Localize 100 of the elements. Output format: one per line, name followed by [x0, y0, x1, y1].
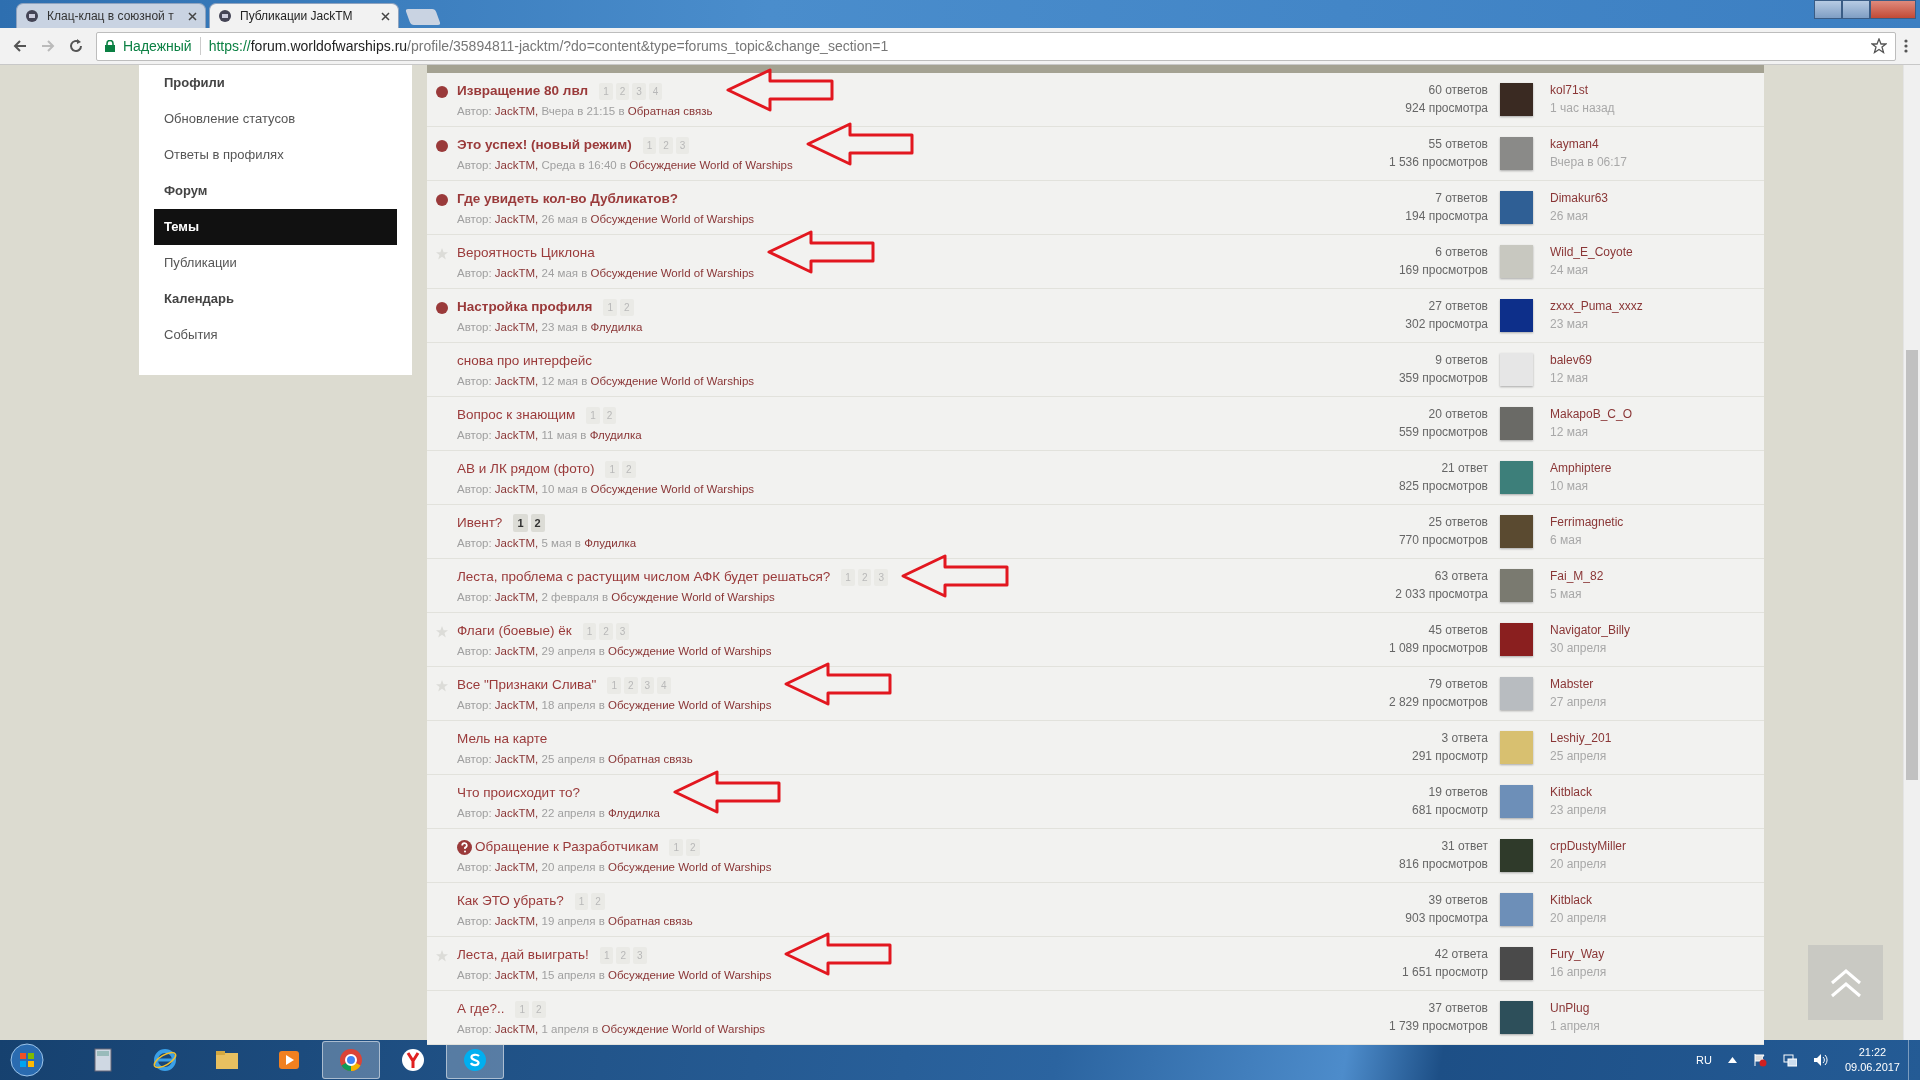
sidebar-item[interactable]: Обновление статусов: [154, 101, 397, 137]
forum-link[interactable]: Обсуждение World of Warships: [611, 591, 775, 603]
forum-link[interactable]: Обсуждение World of Warships: [629, 159, 793, 171]
topic-title-link[interactable]: Обращение к Разработчикам: [475, 836, 659, 858]
author-link[interactable]: JackTM,: [494, 267, 539, 279]
author-link[interactable]: JackTM,: [494, 753, 539, 765]
topic-title-link[interactable]: Что происходит то?: [457, 782, 581, 804]
author-link[interactable]: JackTM,: [494, 591, 539, 603]
forum-link[interactable]: Обратная связь: [607, 915, 693, 927]
last-poster-link[interactable]: balev69: [1550, 351, 1764, 369]
up-arrow-icon[interactable]: [1727, 1057, 1737, 1063]
last-poster-link[interactable]: zxxx_Puma_xxxz: [1550, 297, 1764, 315]
forum-link[interactable]: Флудилка: [607, 807, 660, 819]
forum-link[interactable]: Обсуждение World of Warships: [590, 375, 755, 387]
forum-link[interactable]: Обратная связь: [607, 753, 693, 765]
star-icon[interactable]: [436, 626, 448, 638]
address-field[interactable]: Надежный https://forum.worldofwarships.ru/profile/35894811-jacktm/?do=content&type=forums_topic&change_section=1: [96, 31, 1896, 61]
author-link[interactable]: JackTM,: [494, 537, 539, 549]
sidebar-item[interactable]: Темы: [154, 209, 397, 245]
page-link[interactable]: 1: [513, 513, 528, 533]
topic-title-link[interactable]: Извращение 80 лвл: [457, 80, 589, 102]
last-poster-link[interactable]: kol71st: [1550, 81, 1764, 99]
author-link[interactable]: JackTM,: [494, 105, 539, 117]
author-link[interactable]: JackTM,: [494, 807, 539, 819]
language-indicator[interactable]: RU: [1696, 1051, 1712, 1069]
network-icon[interactable]: [1782, 1053, 1797, 1067]
author-link[interactable]: JackTM,: [494, 321, 539, 333]
topic-title-link[interactable]: Мель на карте: [457, 728, 548, 750]
topic-title-link[interactable]: снова про интерфейс: [457, 350, 593, 372]
topic-title-link[interactable]: Ивент?: [457, 512, 503, 534]
forum-link[interactable]: Обсуждение World of Warships: [590, 267, 755, 279]
last-poster-link[interactable]: kayman4: [1550, 135, 1764, 153]
last-poster-link[interactable]: Mabster: [1550, 675, 1764, 693]
star-icon[interactable]: [1871, 38, 1887, 54]
topic-title-link[interactable]: Леста, проблема с растущим числом АФК будет решаться?: [457, 566, 831, 588]
last-poster-link[interactable]: Wild_E_Coyote: [1550, 243, 1764, 261]
author-link[interactable]: JackTM,: [494, 699, 539, 711]
last-poster-link[interactable]: UnPlug: [1550, 999, 1764, 1017]
close-icon[interactable]: [381, 11, 390, 21]
author-link[interactable]: JackTM,: [494, 429, 539, 441]
author-link[interactable]: JackTM,: [494, 1023, 539, 1035]
topic-title-link[interactable]: Это успех! (новый режим): [457, 134, 632, 156]
forum-link[interactable]: Флудилка: [584, 537, 637, 549]
author-link[interactable]: JackTM,: [494, 645, 539, 657]
author-link[interactable]: JackTM,: [494, 213, 539, 225]
last-poster-link[interactable]: crpDustyMiller: [1550, 837, 1764, 855]
topic-title-link[interactable]: Леста, дай выиграть!: [457, 944, 589, 966]
sidebar-item[interactable]: Публикации: [154, 245, 397, 281]
forum-link[interactable]: Обсуждение World of Warships: [607, 969, 772, 981]
sidebar-item[interactable]: Ответы в профилях: [154, 137, 397, 173]
sidebar-item[interactable]: События: [154, 317, 397, 353]
topic-title-link[interactable]: АВ и ЛК рядом (фото): [457, 458, 595, 480]
new-tab-button[interactable]: [405, 9, 441, 25]
scrollbar[interactable]: [1903, 65, 1920, 1040]
last-poster-link[interactable]: Kitblack: [1550, 891, 1764, 909]
last-poster-link[interactable]: Ferrimagnetic: [1550, 513, 1764, 531]
last-poster-link[interactable]: Amphiptere: [1550, 459, 1764, 477]
forum-link[interactable]: Флудилка: [590, 321, 643, 333]
forum-link[interactable]: Флудилка: [589, 429, 642, 441]
last-poster-link[interactable]: Navigator_Billy: [1550, 621, 1764, 639]
clock[interactable]: 21:22 09.06.2017: [1844, 1045, 1900, 1075]
last-poster-link[interactable]: Fai_M_82: [1550, 567, 1764, 585]
forum-link[interactable]: Обсуждение World of Warships: [607, 645, 772, 657]
author-link[interactable]: JackTM,: [494, 969, 539, 981]
topic-title-link[interactable]: Все "Признаки Слива": [457, 674, 597, 696]
topic-title-link[interactable]: А где?..: [457, 998, 505, 1020]
forum-link[interactable]: Обратная связь: [627, 105, 713, 117]
author-link[interactable]: JackTM,: [494, 483, 539, 495]
author-link[interactable]: JackTM,: [494, 159, 539, 171]
author-link[interactable]: JackTM,: [494, 375, 539, 387]
volume-icon[interactable]: [1812, 1053, 1829, 1067]
minimize-button[interactable]: [1814, 0, 1842, 19]
browser-tab[interactable]: Клац-клац в союзной т: [16, 3, 206, 28]
maximize-button[interactable]: [1842, 0, 1870, 19]
topic-title-link[interactable]: Флаги (боевые) ёк: [457, 620, 572, 642]
forum-link[interactable]: Обсуждение World of Warships: [607, 861, 772, 873]
last-poster-link[interactable]: Fury_Way: [1550, 945, 1764, 963]
star-icon[interactable]: [436, 680, 448, 692]
forum-link[interactable]: Обсуждение World of Warships: [607, 699, 772, 711]
scrollbar-thumb[interactable]: [1906, 350, 1918, 780]
close-button[interactable]: [1870, 0, 1916, 19]
topic-title-link[interactable]: Как ЭТО убрать?: [457, 890, 564, 912]
browser-tab[interactable]: Публикации JackTM: [209, 3, 399, 28]
topic-title-link[interactable]: Настройка профиля: [457, 296, 593, 318]
topic-title-link[interactable]: Вероятность Циклона: [457, 242, 595, 264]
page-link[interactable]: 2: [530, 513, 545, 533]
forum-link[interactable]: Обсуждение World of Warships: [601, 1023, 766, 1035]
forum-link[interactable]: Обсуждение World of Warships: [590, 483, 755, 495]
last-poster-link[interactable]: Kitblack: [1550, 783, 1764, 801]
forum-link[interactable]: Обсуждение World of Warships: [590, 213, 755, 225]
star-icon[interactable]: [436, 248, 448, 260]
last-poster-link[interactable]: Dimakur63: [1550, 189, 1764, 207]
last-poster-link[interactable]: MakapoB_C_O: [1550, 405, 1764, 423]
star-icon[interactable]: [436, 950, 448, 962]
author-link[interactable]: JackTM,: [494, 915, 539, 927]
topic-title-link[interactable]: Где увидеть кол-во Дубликатов?: [457, 188, 678, 210]
topic-title-link[interactable]: Вопрос к знающим: [457, 404, 576, 426]
close-icon[interactable]: [188, 11, 197, 21]
flag-icon[interactable]: [1752, 1053, 1767, 1067]
author-link[interactable]: JackTM,: [494, 861, 539, 873]
